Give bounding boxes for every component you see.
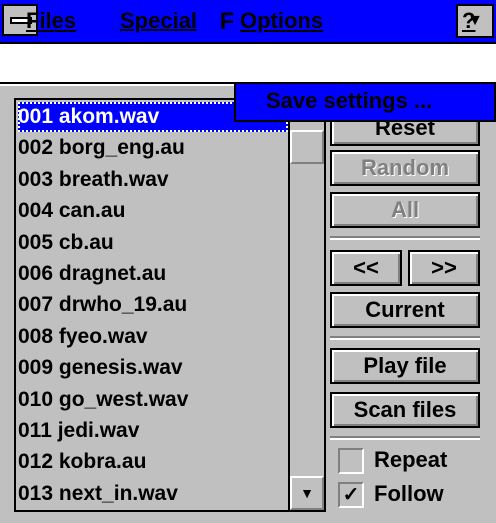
- list-item[interactable]: 006 dragnet.au: [18, 259, 288, 289]
- list-item[interactable]: 007 drwho_19.au: [18, 290, 288, 320]
- separator: [330, 236, 480, 240]
- list-item[interactable]: 010 go_west.wav: [18, 385, 288, 415]
- follow-checkbox[interactable]: ✓ Follow: [338, 478, 488, 512]
- previous-button[interactable]: <<: [330, 250, 402, 286]
- next-button[interactable]: >>: [408, 250, 480, 286]
- scrollbar-thumb[interactable]: [290, 130, 324, 164]
- repeat-checkbox-box: [338, 448, 364, 475]
- all-button[interactable]: All: [330, 192, 480, 228]
- scan-files-button[interactable]: Scan files: [330, 392, 480, 428]
- checkmark-icon: ✓: [338, 482, 364, 509]
- list-item[interactable]: 002 borg_eng.au: [18, 133, 288, 163]
- list-item[interactable]: 013 next_in.wav: [18, 479, 288, 509]
- menu-help-label: ?: [462, 8, 476, 33]
- play-file-button[interactable]: Play file: [330, 348, 480, 384]
- list-item[interactable]: 009 genesis.wav: [18, 353, 288, 383]
- list-item[interactable]: 003 breath.wav: [18, 165, 288, 195]
- list-item[interactable]: 005 cb.au: [18, 228, 288, 258]
- separator: [330, 336, 480, 340]
- menu-files-label: Files: [26, 8, 77, 33]
- repeat-label: Repeat: [374, 447, 448, 472]
- repeat-checkbox[interactable]: Repeat: [338, 444, 488, 478]
- menu-help[interactable]: ?: [456, 6, 481, 36]
- scroll-down-icon[interactable]: ▼: [290, 476, 324, 510]
- list-item[interactable]: 008 fyeo.wav: [18, 322, 288, 352]
- menu-options-label: Options: [240, 8, 324, 33]
- menu-options[interactable]: Options: [234, 6, 366, 36]
- menu-bar: [0, 44, 496, 84]
- save-settings-menu-item[interactable]: Save settings ...: [266, 88, 432, 114]
- follow-label: Follow: [374, 481, 444, 506]
- menu-files[interactable]: Files: [20, 6, 82, 36]
- separator: [330, 436, 480, 440]
- random-button[interactable]: Random: [330, 150, 480, 186]
- options-dropdown: Save settings ...: [234, 84, 496, 122]
- menu-special[interactable]: Special: [114, 6, 203, 36]
- list-item[interactable]: 011 jedi.wav: [18, 416, 288, 446]
- menu-special-label: Special: [120, 8, 198, 33]
- current-button[interactable]: Current: [330, 292, 480, 328]
- list-item[interactable]: 012 kobra.au: [18, 447, 288, 477]
- list-item[interactable]: 004 can.au: [18, 196, 288, 226]
